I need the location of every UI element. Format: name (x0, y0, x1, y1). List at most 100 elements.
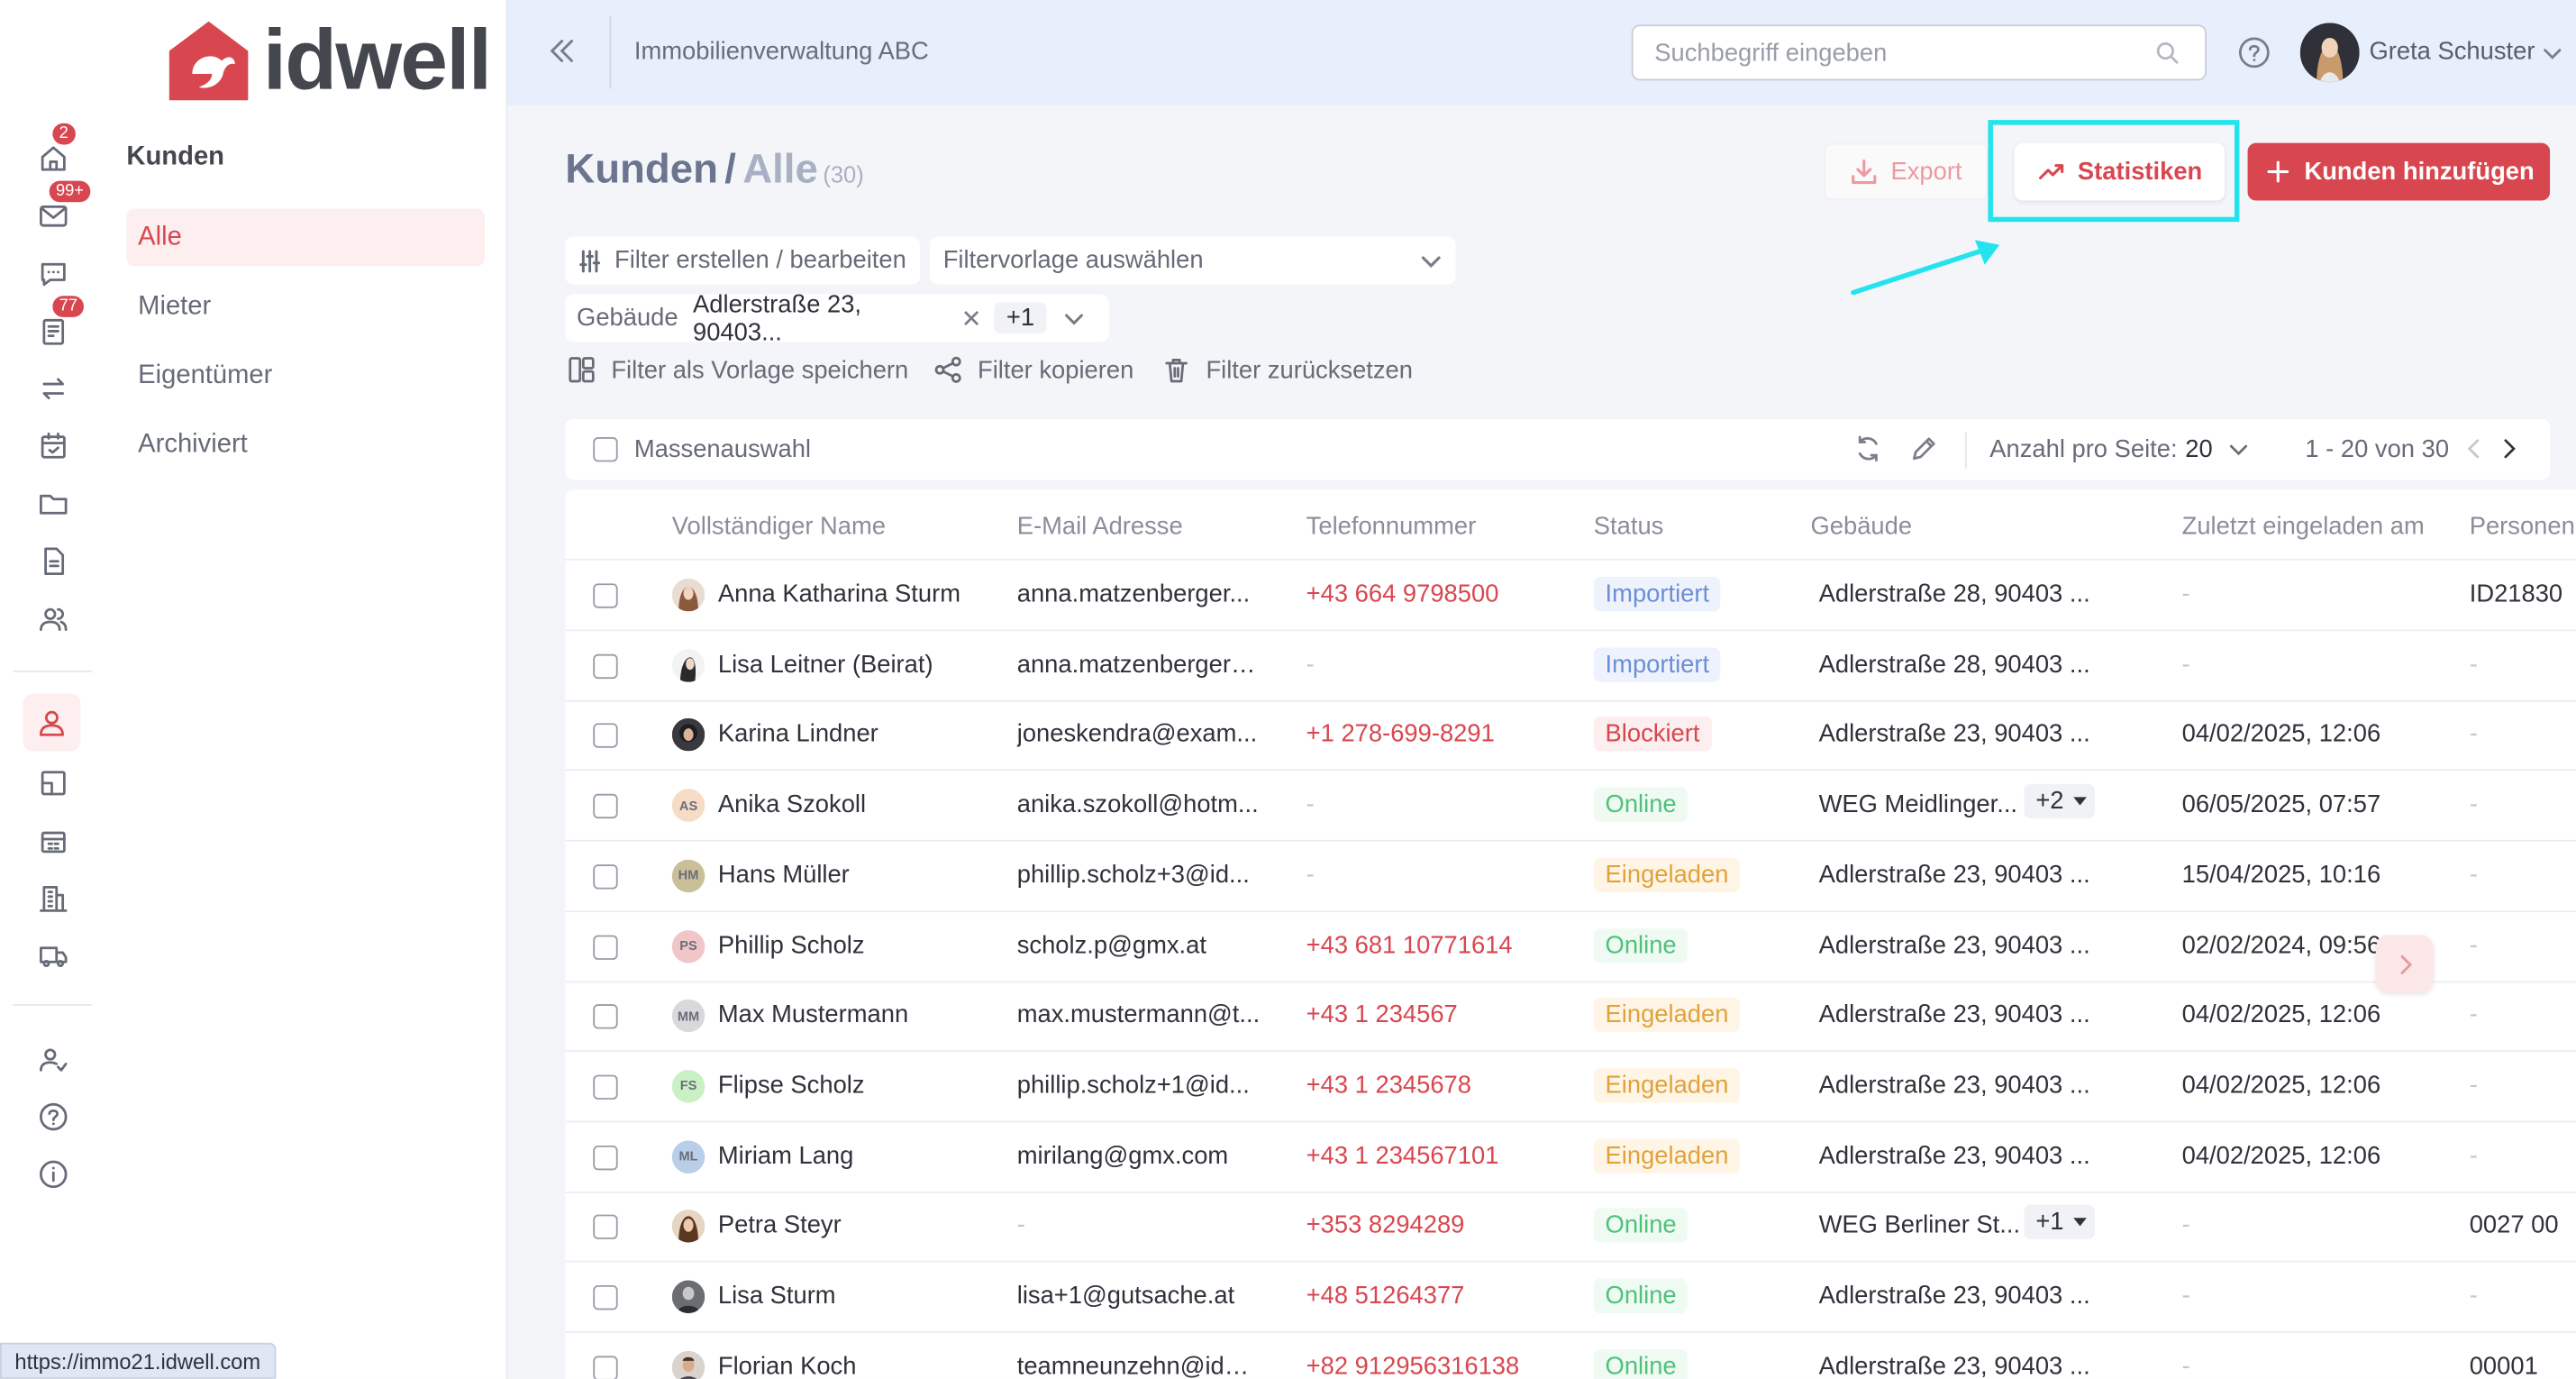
row-checkbox[interactable] (593, 653, 618, 679)
customer-phone[interactable]: +43 1 234567101 (1306, 1142, 1499, 1170)
building-filter[interactable]: Gebäude Adlerstraße 23, 90403... ✕ +1 (565, 290, 1109, 346)
table-row[interactable]: MM Max Mustermann max.mustermann@t... +43 1… (565, 982, 2576, 1053)
folder-icon[interactable] (30, 481, 76, 524)
subnav-item-mieter[interactable]: Mieter (126, 278, 485, 335)
table-row[interactable]: Petra Steyr - +353 8294289 Online WEG Berlin… (565, 1192, 2576, 1263)
subnav-item-eigentuemer[interactable]: Eigentümer (126, 347, 485, 405)
logo[interactable]: idwell (163, 16, 492, 105)
customer-name[interactable]: Petra Steyr (718, 1211, 842, 1239)
calendar-icon[interactable] (30, 424, 76, 466)
row-checkbox[interactable] (593, 1284, 618, 1311)
customer-name[interactable]: Anika Szokoll (718, 790, 866, 818)
customer-phone[interactable]: +43 681 10771614 (1306, 931, 1513, 959)
copy-filter-button[interactable]: Filter kopieren (933, 350, 1133, 389)
users-icon[interactable] (30, 597, 76, 639)
table-row[interactable]: HM Hans Müller phillip.scholz+3@id... - Eing… (565, 841, 2576, 912)
customer-name[interactable]: Lisa Sturm (718, 1282, 836, 1310)
customer-phone[interactable]: +43 664 9798500 (1306, 580, 1499, 608)
customer-name[interactable]: Hans Müller (718, 861, 850, 889)
customer-phone[interactable]: +1 278-699-8291 (1306, 720, 1495, 748)
truck-icon[interactable] (30, 934, 76, 976)
table-row[interactable]: ML Miriam Lang mirilang@gmx.com +43 1 23456… (565, 1122, 2576, 1193)
row-checkbox[interactable] (593, 583, 618, 608)
column-header-invited[interactable]: Zuletzt eingeladen am (2182, 513, 2425, 541)
table-row[interactable]: Anna Katharina Sturm anna.matzenberger...… (565, 561, 2576, 632)
column-header-phone[interactable]: Telefonnummer (1306, 513, 1477, 541)
building-filter-more[interactable]: +1 (995, 302, 1046, 334)
search-input[interactable] (1631, 24, 2207, 81)
save-filter-template-button[interactable]: Filter als Vorlage speichern (567, 350, 908, 389)
mass-select-checkbox[interactable] (593, 437, 618, 462)
chevron-down-icon[interactable] (2228, 439, 2250, 461)
row-checkbox[interactable] (593, 793, 618, 819)
building-more-chip[interactable]: +2 (2024, 783, 2096, 819)
customer-phone[interactable]: +82 912956316138 (1306, 1352, 1520, 1379)
table-row[interactable]: Lisa Leitner (Beirat) anna.matzenberger+.… (565, 631, 2576, 702)
filter-template-select[interactable]: Filtervorlage auswählen (930, 236, 1456, 285)
search-icon[interactable] (2155, 41, 2179, 65)
column-header-building[interactable]: Gebäude (1810, 513, 1912, 541)
table-row[interactable]: Karina Lindner joneskendra@exam... +1 278-… (565, 701, 2576, 772)
customer-name[interactable]: Anna Katharina Sturm (718, 580, 960, 608)
chevron-down-icon[interactable] (2542, 42, 2563, 64)
filter-create-button[interactable]: Filter erstellen / bearbeiten (565, 236, 921, 285)
customer-name[interactable]: Florian Koch (718, 1352, 857, 1379)
per-page-value[interactable]: 20 (2185, 435, 2212, 463)
row-checkbox[interactable] (593, 934, 618, 960)
refresh-icon[interactable] (1853, 434, 1883, 463)
row-checkbox[interactable] (593, 1355, 618, 1379)
mass-select-label[interactable]: Massenauswahl (634, 435, 811, 463)
customer-icon[interactable] (23, 693, 81, 752)
column-header-status[interactable]: Status (1594, 513, 1664, 541)
user-avatar[interactable] (2299, 23, 2360, 83)
info-icon[interactable] (30, 1152, 76, 1194)
customer-phone[interactable]: +48 51264377 (1306, 1282, 1465, 1310)
help-icon[interactable] (2238, 36, 2271, 68)
export-button[interactable]: Export (1824, 142, 1989, 201)
mail-icon[interactable]: 99+ (30, 180, 91, 236)
tickets-icon[interactable]: 77 (30, 296, 85, 352)
subnav-item-archiviert[interactable]: Archiviert (126, 416, 485, 473)
customer-name[interactable]: Karina Lindner (718, 720, 878, 748)
building-more-chip[interactable]: +1 (2024, 1205, 2096, 1240)
row-checkbox[interactable] (593, 1145, 618, 1170)
column-header-name[interactable]: Vollständiger Name (672, 513, 886, 541)
customer-phone[interactable]: +353 8294289 (1306, 1211, 1465, 1239)
subnav-item-alle[interactable]: Alle (126, 208, 485, 267)
help-icon[interactable] (30, 1094, 76, 1137)
scroll-right-button[interactable] (2375, 935, 2434, 993)
row-checkbox[interactable] (593, 1074, 618, 1100)
customer-name[interactable]: Phillip Scholz (718, 931, 865, 959)
column-header-email[interactable]: E-Mail Adresse (1017, 513, 1183, 541)
column-header-person[interactable]: Personen (2470, 513, 2575, 541)
row-checkbox[interactable] (593, 1004, 618, 1029)
units-icon[interactable] (30, 818, 76, 861)
board-icon[interactable] (30, 761, 76, 803)
document-icon[interactable] (30, 539, 76, 581)
reset-filter-button[interactable]: Filter zurücksetzen (1161, 350, 1413, 389)
table-row[interactable]: FS Flipse Scholz phillip.scholz+1@id... +43… (565, 1052, 2576, 1123)
add-customer-button[interactable]: Kunden hinzufügen (2247, 142, 2551, 201)
chevron-down-icon[interactable] (1062, 306, 1084, 330)
transfer-icon[interactable] (30, 367, 76, 409)
user-check-icon[interactable] (30, 1037, 76, 1080)
customer-phone[interactable]: +43 1 2345678 (1306, 1072, 1471, 1100)
user-name[interactable]: Greta Schuster (2369, 38, 2535, 66)
table-row[interactable]: PS Phillip Scholz scholz.p@gmx.at +43 681 1… (565, 911, 2576, 982)
customer-phone[interactable]: +43 1 234567 (1306, 1001, 1458, 1029)
table-row[interactable]: Lisa Sturm lisa+1@gutsache.at +48 51264377… (565, 1262, 2576, 1333)
customer-name[interactable]: Flipse Scholz (718, 1072, 865, 1100)
home-icon[interactable]: 2 (30, 123, 76, 178)
row-checkbox[interactable] (593, 863, 618, 890)
chevron-left-icon[interactable] (2462, 437, 2486, 461)
collapse-sidebar-icon[interactable] (544, 32, 580, 68)
edit-icon[interactable] (1909, 434, 1939, 463)
customer-name[interactable]: Lisa Leitner (Beirat) (718, 651, 933, 679)
customer-name[interactable]: Max Mustermann (718, 1001, 908, 1029)
table-row[interactable]: Florian Koch teamneunzehn@idw... +82 91295… (565, 1332, 2576, 1379)
row-checkbox[interactable] (593, 1215, 618, 1240)
chevron-right-icon[interactable] (2498, 437, 2521, 461)
table-row[interactable]: AS Anika Szokoll anika.szokoll@hotm... - Onl… (565, 771, 2576, 842)
customer-name[interactable]: Miriam Lang (718, 1142, 853, 1170)
remove-filter-icon[interactable]: ✕ (961, 303, 982, 333)
